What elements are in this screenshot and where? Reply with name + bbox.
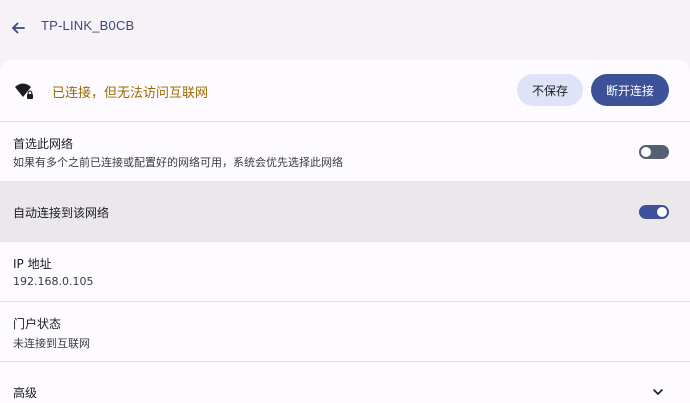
toggle-knob [641, 147, 651, 157]
chevron-down-icon[interactable] [650, 384, 666, 400]
connection-status-text: 已连接，但无法访问互联网 [52, 86, 209, 101]
back-arrow-icon [12, 22, 25, 34]
portal-status-row[interactable]: 门户状态 未连接到互联网 [0, 301, 690, 361]
ip-address-title: IP 地址 [13, 257, 52, 271]
back-button[interactable] [6, 14, 30, 42]
top-app-bar: TP-LINK_B0CB [0, 0, 690, 58]
advanced-title: 高级 [13, 386, 38, 400]
preferred-network-toggle[interactable] [639, 145, 669, 159]
portal-status-title: 门户状态 [13, 317, 62, 331]
disconnect-button[interactable]: 断开连接 [591, 74, 669, 106]
forget-network-button[interactable]: 不保存 [517, 74, 583, 106]
preferred-network-subtitle: 如果有多个之前已连接或配置好的网络可用，系统会优先选择此网络 [13, 156, 343, 169]
advanced-row[interactable]: 高级 [0, 361, 690, 403]
portal-status-value: 未连接到互联网 [13, 337, 90, 350]
auto-connect-toggle[interactable] [639, 205, 669, 219]
auto-connect-row[interactable]: 自动连接到该网络 [0, 181, 690, 241]
ip-address-value: 192.168.0.105 [13, 275, 94, 288]
preferred-network-title: 首选此网络 [13, 137, 74, 151]
network-details-panel: 已连接，但无法访问互联网 不保存 断开连接 首选此网络 如果有多个之前已连接或配… [0, 60, 690, 403]
ip-address-row[interactable]: IP 地址 192.168.0.105 [0, 241, 690, 301]
auto-connect-title: 自动连接到该网络 [13, 206, 110, 220]
network-name-title: TP-LINK_B0CB [41, 18, 135, 33]
connection-status-row: 已连接，但无法访问互联网 不保存 断开连接 [0, 60, 690, 121]
toggle-knob [657, 207, 667, 217]
wifi-no-internet-icon [15, 83, 33, 99]
preferred-network-row[interactable]: 首选此网络 如果有多个之前已连接或配置好的网络可用，系统会优先选择此网络 [0, 121, 690, 181]
